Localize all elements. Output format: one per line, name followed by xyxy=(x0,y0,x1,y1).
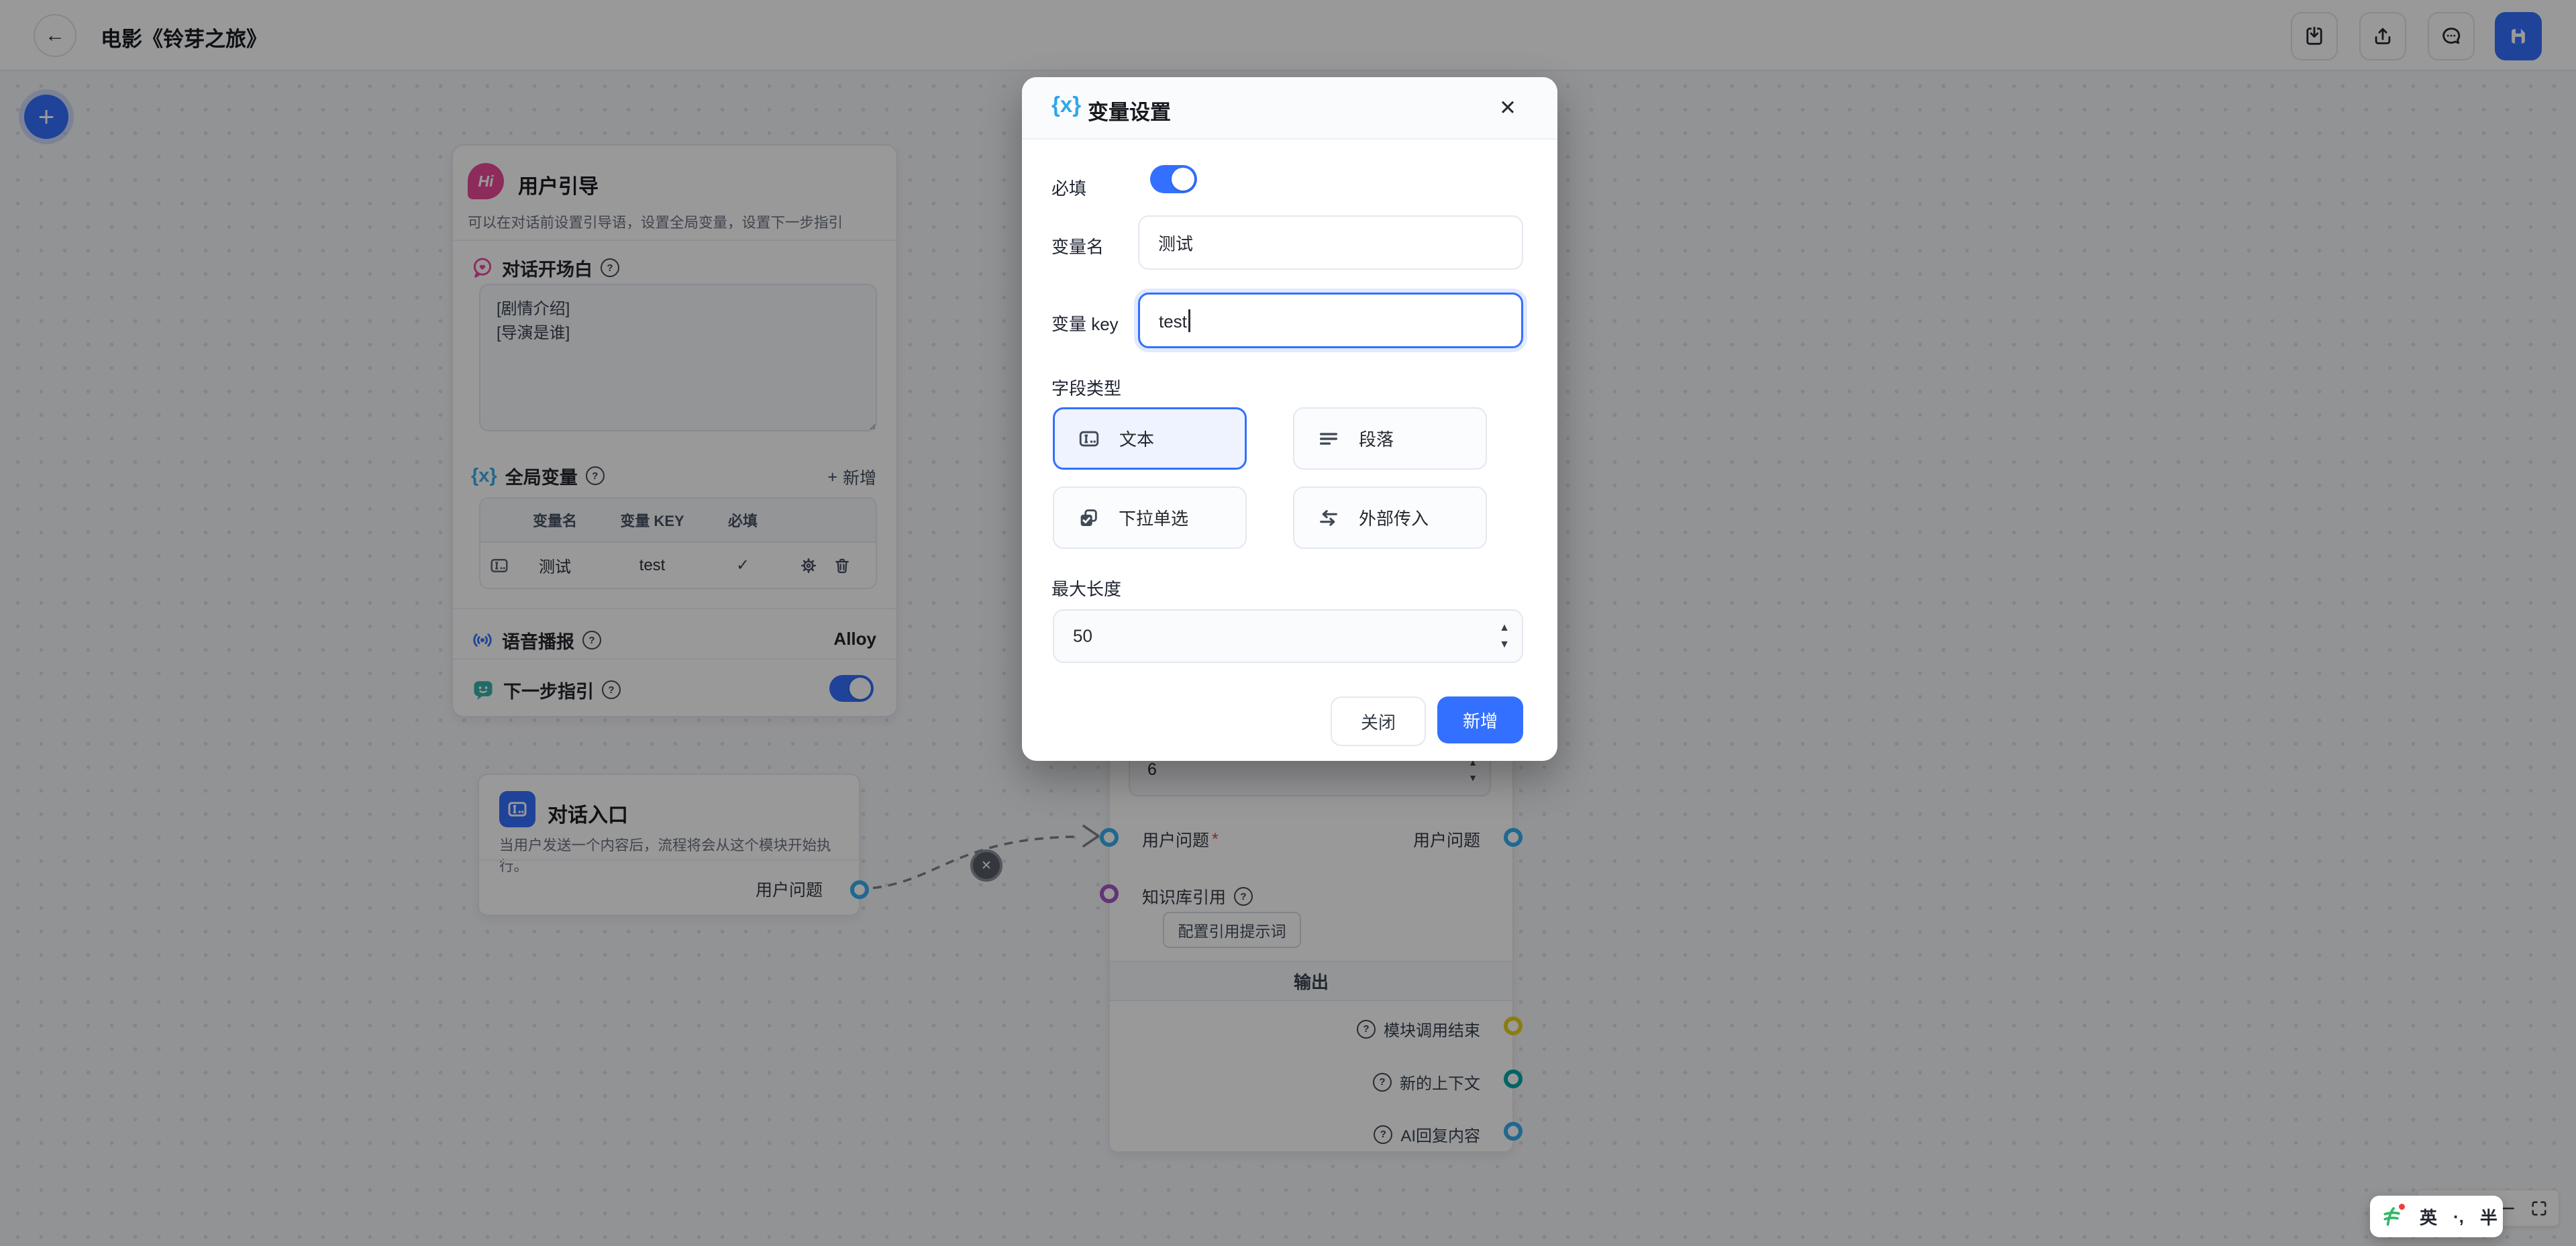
modal-cancel-button[interactable]: 关闭 xyxy=(1331,696,1426,746)
swap-arrows-icon xyxy=(1317,507,1340,529)
dropdown-select-icon xyxy=(1077,507,1100,529)
type-button-paragraph[interactable]: 段落 xyxy=(1293,407,1487,470)
variable-braces-icon: {x} xyxy=(1051,92,1081,117)
text-caret xyxy=(1188,309,1190,332)
ime-lang-mode[interactable]: 英 xyxy=(2420,1204,2437,1229)
ime-width-mode[interactable]: 半 xyxy=(2480,1204,2497,1229)
paragraph-icon xyxy=(1317,427,1340,450)
type-button-external[interactable]: 外部传入 xyxy=(1293,486,1487,549)
name-label: 变量名 xyxy=(1051,233,1104,258)
ime-logo-icon[interactable] xyxy=(2381,1205,2404,1228)
number-stepper: ▲ ▼ xyxy=(1499,611,1510,662)
modal-title: 变量设置 xyxy=(1088,95,1171,125)
modal-header: {x} 变量设置 ✕ xyxy=(1022,77,1557,140)
field-type-label: 字段类型 xyxy=(1051,375,1121,400)
text-type-icon xyxy=(1078,427,1100,450)
ime-notification-dot xyxy=(2399,1204,2405,1210)
variable-key-input[interactable]: test xyxy=(1138,293,1523,348)
type-button-text[interactable]: 文本 xyxy=(1053,407,1247,470)
max-length-label: 最大长度 xyxy=(1051,576,1121,601)
required-toggle[interactable] xyxy=(1150,165,1197,193)
key-label: 变量 key xyxy=(1051,311,1119,335)
modal-close-button[interactable]: ✕ xyxy=(1494,94,1522,122)
variable-name-input[interactable]: 测试 xyxy=(1138,215,1523,270)
close-icon: ✕ xyxy=(1499,96,1516,120)
step-up-icon[interactable]: ▲ xyxy=(1499,623,1510,633)
ime-status-bar[interactable]: 英 ·, 半 xyxy=(2370,1196,2503,1237)
type-button-select[interactable]: 下拉单选 xyxy=(1053,486,1247,549)
ime-punct-mode[interactable]: ·, xyxy=(2453,1206,2464,1227)
max-length-input[interactable]: 50 ▲ ▼ xyxy=(1053,609,1523,663)
step-down-icon[interactable]: ▼ xyxy=(1499,639,1510,650)
required-label: 必填 xyxy=(1051,175,1086,200)
modal-submit-button[interactable]: 新增 xyxy=(1437,696,1523,743)
variable-settings-modal: {x} 变量设置 ✕ 必填 变量名 测试 变量 key test 字段类型 文本… xyxy=(1022,77,1557,761)
